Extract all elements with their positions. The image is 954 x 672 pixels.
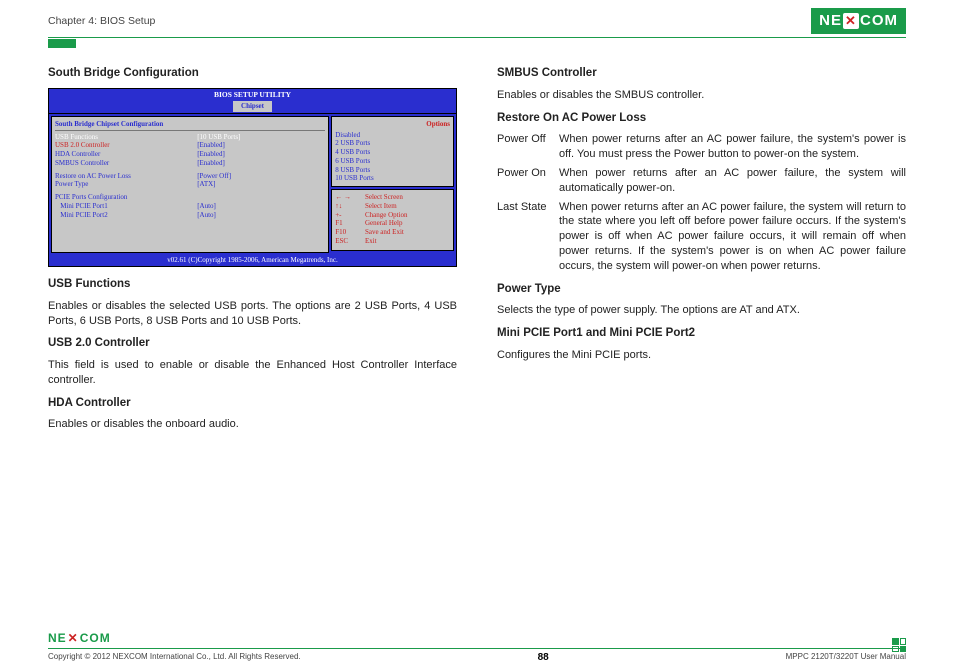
heading-power-type: Power Type xyxy=(497,282,906,298)
tab-indicator xyxy=(48,39,76,48)
def-term: Power On xyxy=(497,166,559,196)
copyright: Copyright © 2012 NEXCOM International Co… xyxy=(48,652,301,663)
text-hda: Enables or disables the onboard audio. xyxy=(48,417,457,432)
bios-subtitle: South Bridge Chipset Configuration xyxy=(55,120,325,131)
bios-key: ← → xyxy=(335,193,365,202)
section-south-bridge: South Bridge Configuration xyxy=(48,66,457,82)
bios-option: 8 USB Ports xyxy=(335,166,450,175)
bios-item: USB 2.0 Controller xyxy=(55,141,197,150)
def-term: Last State xyxy=(497,200,559,274)
bios-options-title: Options xyxy=(335,120,450,129)
footer-logo: NE✕COM xyxy=(48,630,906,646)
bios-val: [Power Off] xyxy=(197,172,325,181)
text-mini-pcie: Configures the Mini PCIE ports. xyxy=(497,348,906,363)
bios-item: HDA Controller xyxy=(55,150,197,159)
bios-item: USB Functions xyxy=(55,133,197,142)
bios-title: BIOS SETUP UTILITY xyxy=(49,89,456,100)
bios-option: 2 USB Ports xyxy=(335,139,450,148)
bios-key: ↑↓ xyxy=(335,202,365,211)
bios-item: Mini PCIE Port2 xyxy=(55,211,197,220)
bios-option: 10 USB Ports xyxy=(335,174,450,183)
bios-key-desc: Save and Exit xyxy=(365,228,450,237)
bios-key-desc: Select Item xyxy=(365,202,450,211)
bios-key-desc: Exit xyxy=(365,237,450,246)
bios-option: Disabled xyxy=(335,131,450,140)
heading-hda: HDA Controller xyxy=(48,396,457,412)
heading-usb20: USB 2.0 Controller xyxy=(48,336,457,352)
text-usb-functions: Enables or disables the selected USB por… xyxy=(48,299,457,329)
manual-name: MPPC 2120T/3220T User Manual xyxy=(786,652,906,663)
bios-item: Power Type xyxy=(55,180,197,189)
bios-key: F10 xyxy=(335,228,365,237)
def-desc: When power returns after an AC power fai… xyxy=(559,132,906,162)
heading-restore: Restore On AC Power Loss xyxy=(497,111,906,127)
bios-val: [Enabled] xyxy=(197,159,325,168)
bios-screenshot: BIOS SETUP UTILITY Chipset South Bridge … xyxy=(48,88,457,267)
bios-item: Mini PCIE Port1 xyxy=(55,202,197,211)
bios-key-desc: Select Screen xyxy=(365,193,450,202)
bios-option: 4 USB Ports xyxy=(335,148,450,157)
bios-val: [Auto] xyxy=(197,202,325,211)
bios-val: [Enabled] xyxy=(197,150,325,159)
heading-smbus: SMBUS Controller xyxy=(497,66,906,82)
heading-usb-functions: USB Functions xyxy=(48,277,457,293)
bios-item: SMBUS Controller xyxy=(55,159,197,168)
bios-item: Restore on AC Power Loss xyxy=(55,172,197,181)
chapter-label: Chapter 4: BIOS Setup xyxy=(48,14,155,28)
bios-option: 6 USB Ports xyxy=(335,157,450,166)
bios-key: +- xyxy=(335,211,365,220)
bios-item: PCIE Ports Configuration xyxy=(55,193,325,202)
bios-key-desc: Change Option xyxy=(365,211,450,220)
brand-logo: NE✕COM xyxy=(811,8,906,34)
def-desc: When power returns after an AC power fai… xyxy=(559,166,906,196)
bios-val: [ATX] xyxy=(197,180,325,189)
def-desc: When power returns after an AC power fai… xyxy=(559,200,906,274)
bios-key: ESC xyxy=(335,237,365,246)
text-usb20: This field is used to enable or disable … xyxy=(48,358,457,388)
bios-tab-chipset: Chipset xyxy=(233,101,272,112)
page-number: 88 xyxy=(538,651,549,665)
bios-val: [10 USB Ports] xyxy=(197,133,325,142)
heading-mini-pcie: Mini PCIE Port1 and Mini PCIE Port2 xyxy=(497,326,906,342)
bios-val: [Auto] xyxy=(197,211,325,220)
def-term: Power Off xyxy=(497,132,559,162)
bios-val: [Enabled] xyxy=(197,141,325,150)
bios-footer: v02.61 (C)Copyright 1985-2006, American … xyxy=(49,255,456,266)
bios-key-desc: General Help xyxy=(365,219,450,228)
text-power-type: Selects the type of power supply. The op… xyxy=(497,303,906,318)
bios-key: F1 xyxy=(335,219,365,228)
text-smbus: Enables or disables the SMBUS controller… xyxy=(497,88,906,103)
